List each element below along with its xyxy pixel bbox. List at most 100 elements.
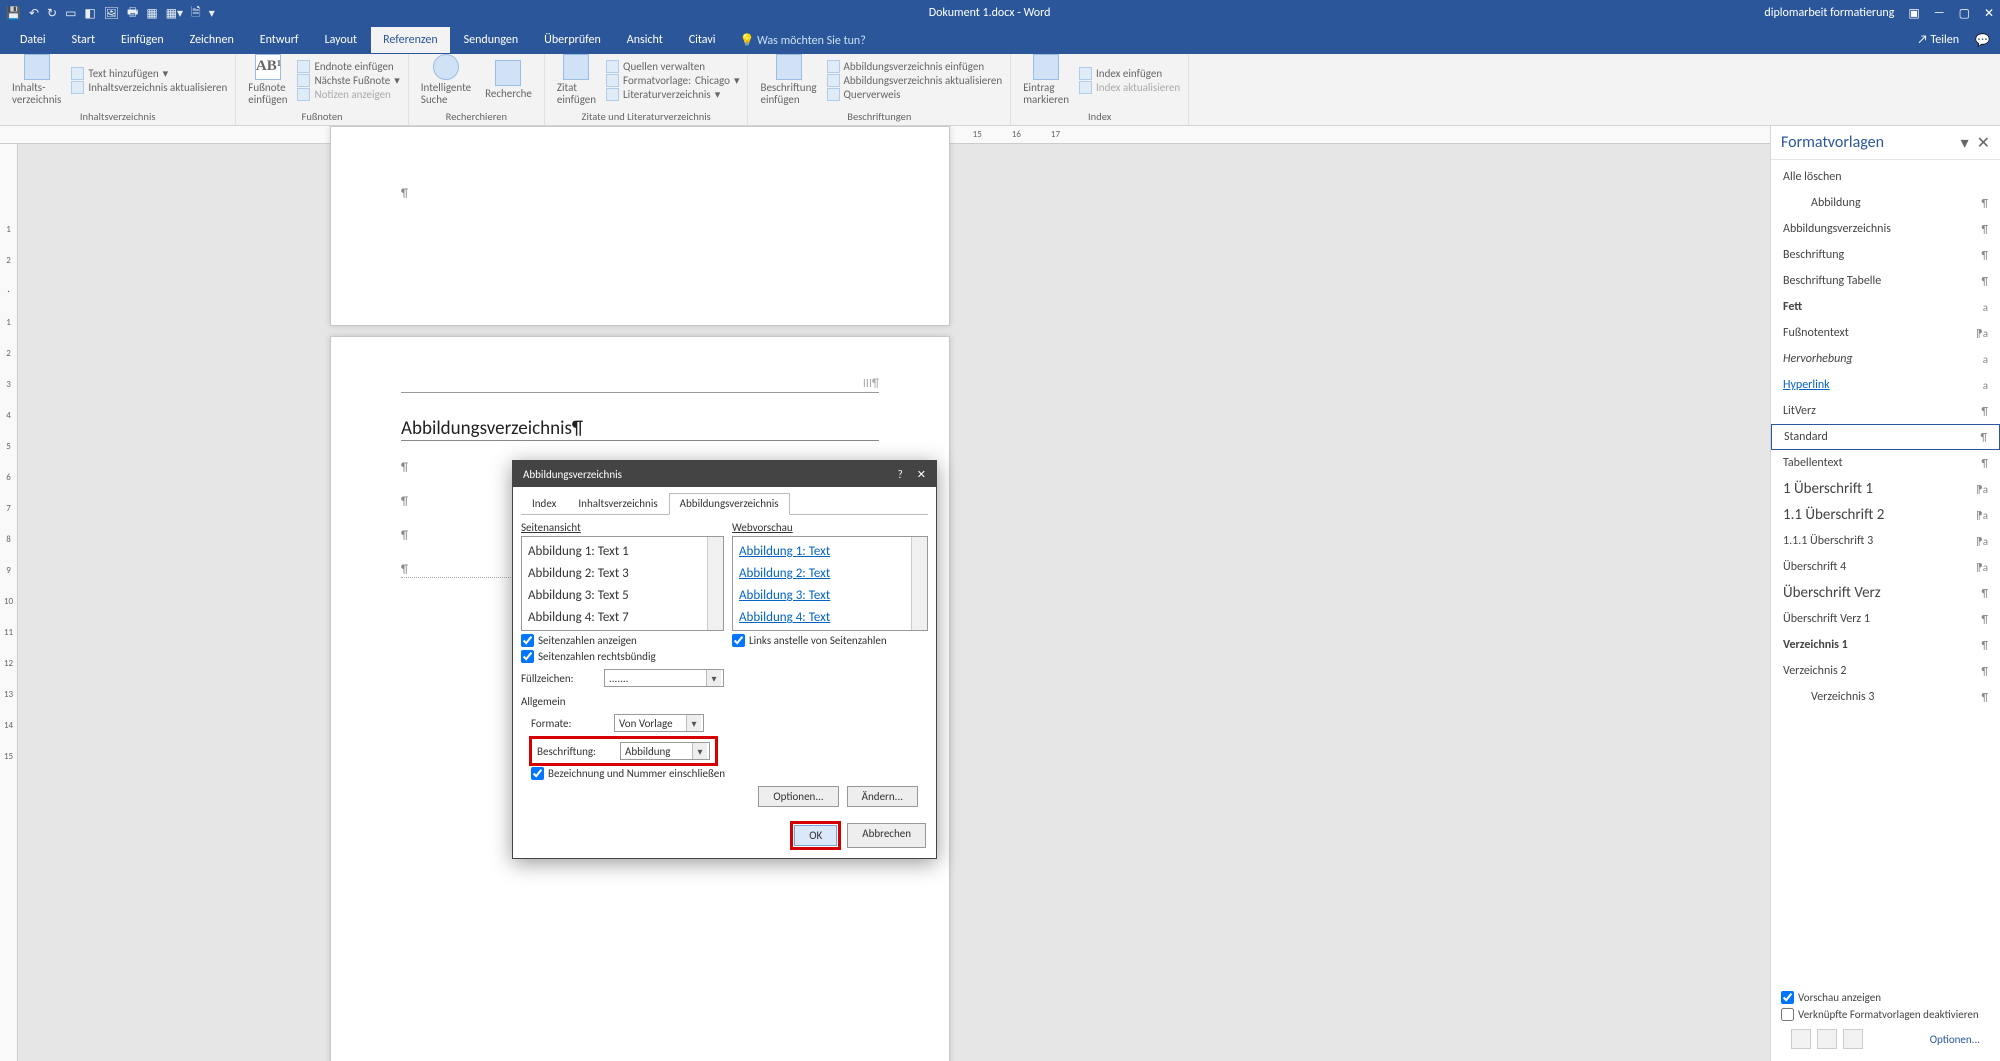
modify-button[interactable]: Ändern... <box>847 786 918 807</box>
tab-ueberpruefen[interactable]: Überprüfen <box>532 27 613 53</box>
style-item[interactable]: 1.1 Überschrift 2⁋a <box>1771 502 2000 528</box>
undo-icon[interactable]: ↶ <box>29 6 39 21</box>
fill-char-dropdown[interactable]: ....... <box>604 669 724 687</box>
qat-more-icon[interactable]: ▾ <box>209 6 215 21</box>
style-item[interactable]: Hervorhebunga <box>1771 346 2000 372</box>
redo-icon[interactable]: ↻ <box>47 6 57 21</box>
qat-icon[interactable]: ▦ <box>146 6 157 21</box>
update-figures-button[interactable]: Abbildungsverzeichnis aktualisieren <box>827 74 1003 87</box>
maximize-icon[interactable]: ▢ <box>1959 6 1970 21</box>
manage-styles-icon[interactable] <box>1843 1029 1863 1049</box>
close-icon[interactable]: ✕ <box>1977 133 1990 153</box>
cb-pagenum[interactable]: Seitenzahlen anzeigen <box>521 634 724 647</box>
page-1[interactable]: ¶ <box>330 126 950 326</box>
style-inspector-icon[interactable] <box>1817 1029 1837 1049</box>
comments-icon[interactable]: 💬 <box>1975 33 1990 48</box>
print-icon[interactable]: 🖶 <box>127 3 138 24</box>
tab-citavi[interactable]: Citavi <box>677 27 728 53</box>
style-item[interactable]: Beschriftung Tabelle¶ <box>1771 268 2000 294</box>
close-icon[interactable]: ✕ <box>917 468 926 481</box>
tab-entwurf[interactable]: Entwurf <box>248 27 311 53</box>
style-item[interactable]: 1 Überschrift 1⁋a <box>1771 476 2000 502</box>
tab-abbildungsverzeichnis[interactable]: Abbildungsverzeichnis <box>669 493 790 515</box>
tab-start[interactable]: Start <box>60 27 107 53</box>
minimize-icon[interactable]: — <box>1934 6 1945 20</box>
user-name[interactable]: diplomarbeit formatierung <box>1764 6 1894 20</box>
dialog-title-bar[interactable]: Abbildungsverzeichnis ? ✕ <box>513 461 936 487</box>
tab-zeichnen[interactable]: Zeichnen <box>178 27 246 53</box>
citation-button[interactable]: Zitat einfügen <box>553 52 600 109</box>
new-doc-icon[interactable]: 🗎 <box>191 3 201 24</box>
style-item[interactable]: Tabellentext¶ <box>1771 450 2000 476</box>
qat-icon[interactable]: ▦▾ <box>166 6 183 21</box>
scrollbar[interactable] <box>707 537 723 630</box>
scrollbar[interactable] <box>911 537 927 630</box>
vertical-ruler[interactable]: 12·123456789101112131415 <box>0 144 18 1061</box>
style-item[interactable]: LitVerz¶ <box>1771 398 2000 424</box>
style-item[interactable]: Überschrift Verz 1¶ <box>1771 606 2000 632</box>
style-item[interactable]: Beschriftung¶ <box>1771 242 2000 268</box>
clear-all[interactable]: Alle löschen <box>1771 164 2000 190</box>
tab-inhaltsverzeichnis[interactable]: Inhaltsverzeichnis <box>567 493 668 514</box>
share-button[interactable]: ↗ Teilen <box>1917 33 1959 47</box>
tab-ansicht[interactable]: Ansicht <box>615 27 675 53</box>
help-icon[interactable]: ? <box>898 468 903 481</box>
update-toc-button[interactable]: Inhaltsverzeichnis aktualisieren <box>71 81 227 94</box>
new-style-icon[interactable] <box>1791 1029 1811 1049</box>
next-footnote-button[interactable]: Nächste Fußnote ▾ <box>297 74 399 87</box>
formate-dropdown[interactable]: Von Vorlage <box>614 714 704 732</box>
ok-button[interactable]: OK <box>794 825 837 846</box>
cb-include-label[interactable]: Bezeichnung und Nummer einschließen <box>531 767 928 780</box>
options-link[interactable]: Optionen... <box>1930 1033 1980 1046</box>
qat-icon[interactable]: ▭ <box>65 6 76 21</box>
save-icon[interactable]: 💾 <box>6 6 21 21</box>
add-text-icon <box>71 67 84 80</box>
style-item[interactable]: Verzeichnis 2¶ <box>1771 658 2000 684</box>
ribbon-options-icon[interactable]: ▣ <box>1908 6 1919 21</box>
tab-referenzen[interactable]: Referenzen <box>371 27 450 53</box>
tell-me[interactable]: 💡 Was möchten Sie tun? <box>740 33 866 48</box>
close-icon[interactable]: ✕ <box>1984 6 1994 21</box>
style-item[interactable]: Fußnotentext⁋a <box>1771 320 2000 346</box>
toc-button[interactable]: Inhalts- verzeichnis <box>8 52 65 109</box>
tab-sendungen[interactable]: Sendungen <box>452 27 531 53</box>
qat-icon[interactable]: ◧ <box>84 6 95 21</box>
style-item[interactable]: Verzeichnis 3¶ <box>1771 684 2000 710</box>
style-item[interactable]: Verzeichnis 1¶ <box>1771 632 2000 658</box>
bibliography-button[interactable]: Literaturverzeichnis ▾ <box>606 88 739 101</box>
chevron-down-icon[interactable]: ▾ <box>1961 133 1969 153</box>
smart-lookup-button[interactable]: Intelligente Suche <box>417 52 475 109</box>
style-item[interactable]: Abbildungsverzeichnis¶ <box>1771 216 2000 242</box>
cb-rightalign[interactable]: Seitenzahlen rechtsbündig <box>521 650 724 663</box>
crossref-button[interactable]: Querverweis <box>827 88 1003 101</box>
manage-sources-button[interactable]: Quellen verwalten <box>606 60 739 73</box>
cb-linked[interactable]: Verknüpfte Formatvorlagen deaktivieren <box>1781 1008 1990 1021</box>
cb-links[interactable]: Links anstelle von Seitenzahlen <box>732 634 928 647</box>
style-item[interactable]: Fetta <box>1771 294 2000 320</box>
tab-index[interactable]: Index <box>521 493 567 514</box>
styles-list[interactable]: Alle löschen Abbildung¶Abbildungsverzeic… <box>1771 160 2000 983</box>
cancel-button[interactable]: Abbrechen <box>847 823 926 848</box>
tab-datei[interactable]: Datei <box>8 27 58 53</box>
beschriftung-dropdown[interactable]: Abbildung <box>620 742 710 760</box>
tab-einfuegen[interactable]: Einfügen <box>109 27 176 53</box>
cb-preview[interactable]: Vorschau anzeigen <box>1781 991 1990 1004</box>
footnote-button[interactable]: AB¹Fußnote einfügen <box>244 52 291 109</box>
style-item[interactable]: Standard¶ <box>1771 424 2000 450</box>
caption-button[interactable]: Beschriftung einfügen <box>756 52 820 109</box>
options-button[interactable]: Optionen... <box>758 786 838 807</box>
qat-icon[interactable]: 🖼 <box>104 6 119 21</box>
style-item[interactable]: Überschrift Verz¶ <box>1771 580 2000 606</box>
insert-index-button[interactable]: Index einfügen <box>1079 67 1180 80</box>
insert-figures-button[interactable]: Abbildungsverzeichnis einfügen <box>827 60 1003 73</box>
style-item[interactable]: Abbildung¶ <box>1771 190 2000 216</box>
style-item[interactable]: Überschrift 4⁋a <box>1771 554 2000 580</box>
tab-layout[interactable]: Layout <box>313 27 370 53</box>
style-item[interactable]: 1.1.1 Überschrift 3⁋a <box>1771 528 2000 554</box>
add-text-button[interactable]: Text hinzufügen ▾ <box>71 67 227 80</box>
style-item[interactable]: Hyperlinka <box>1771 372 2000 398</box>
research-button[interactable]: Recherche <box>481 58 536 103</box>
endnote-button[interactable]: Endnote einfügen <box>297 60 399 73</box>
mark-entry-button[interactable]: Eintrag markieren <box>1019 52 1073 109</box>
style-dropdown[interactable]: Formatvorlage: Chicago ▾ <box>606 74 739 87</box>
